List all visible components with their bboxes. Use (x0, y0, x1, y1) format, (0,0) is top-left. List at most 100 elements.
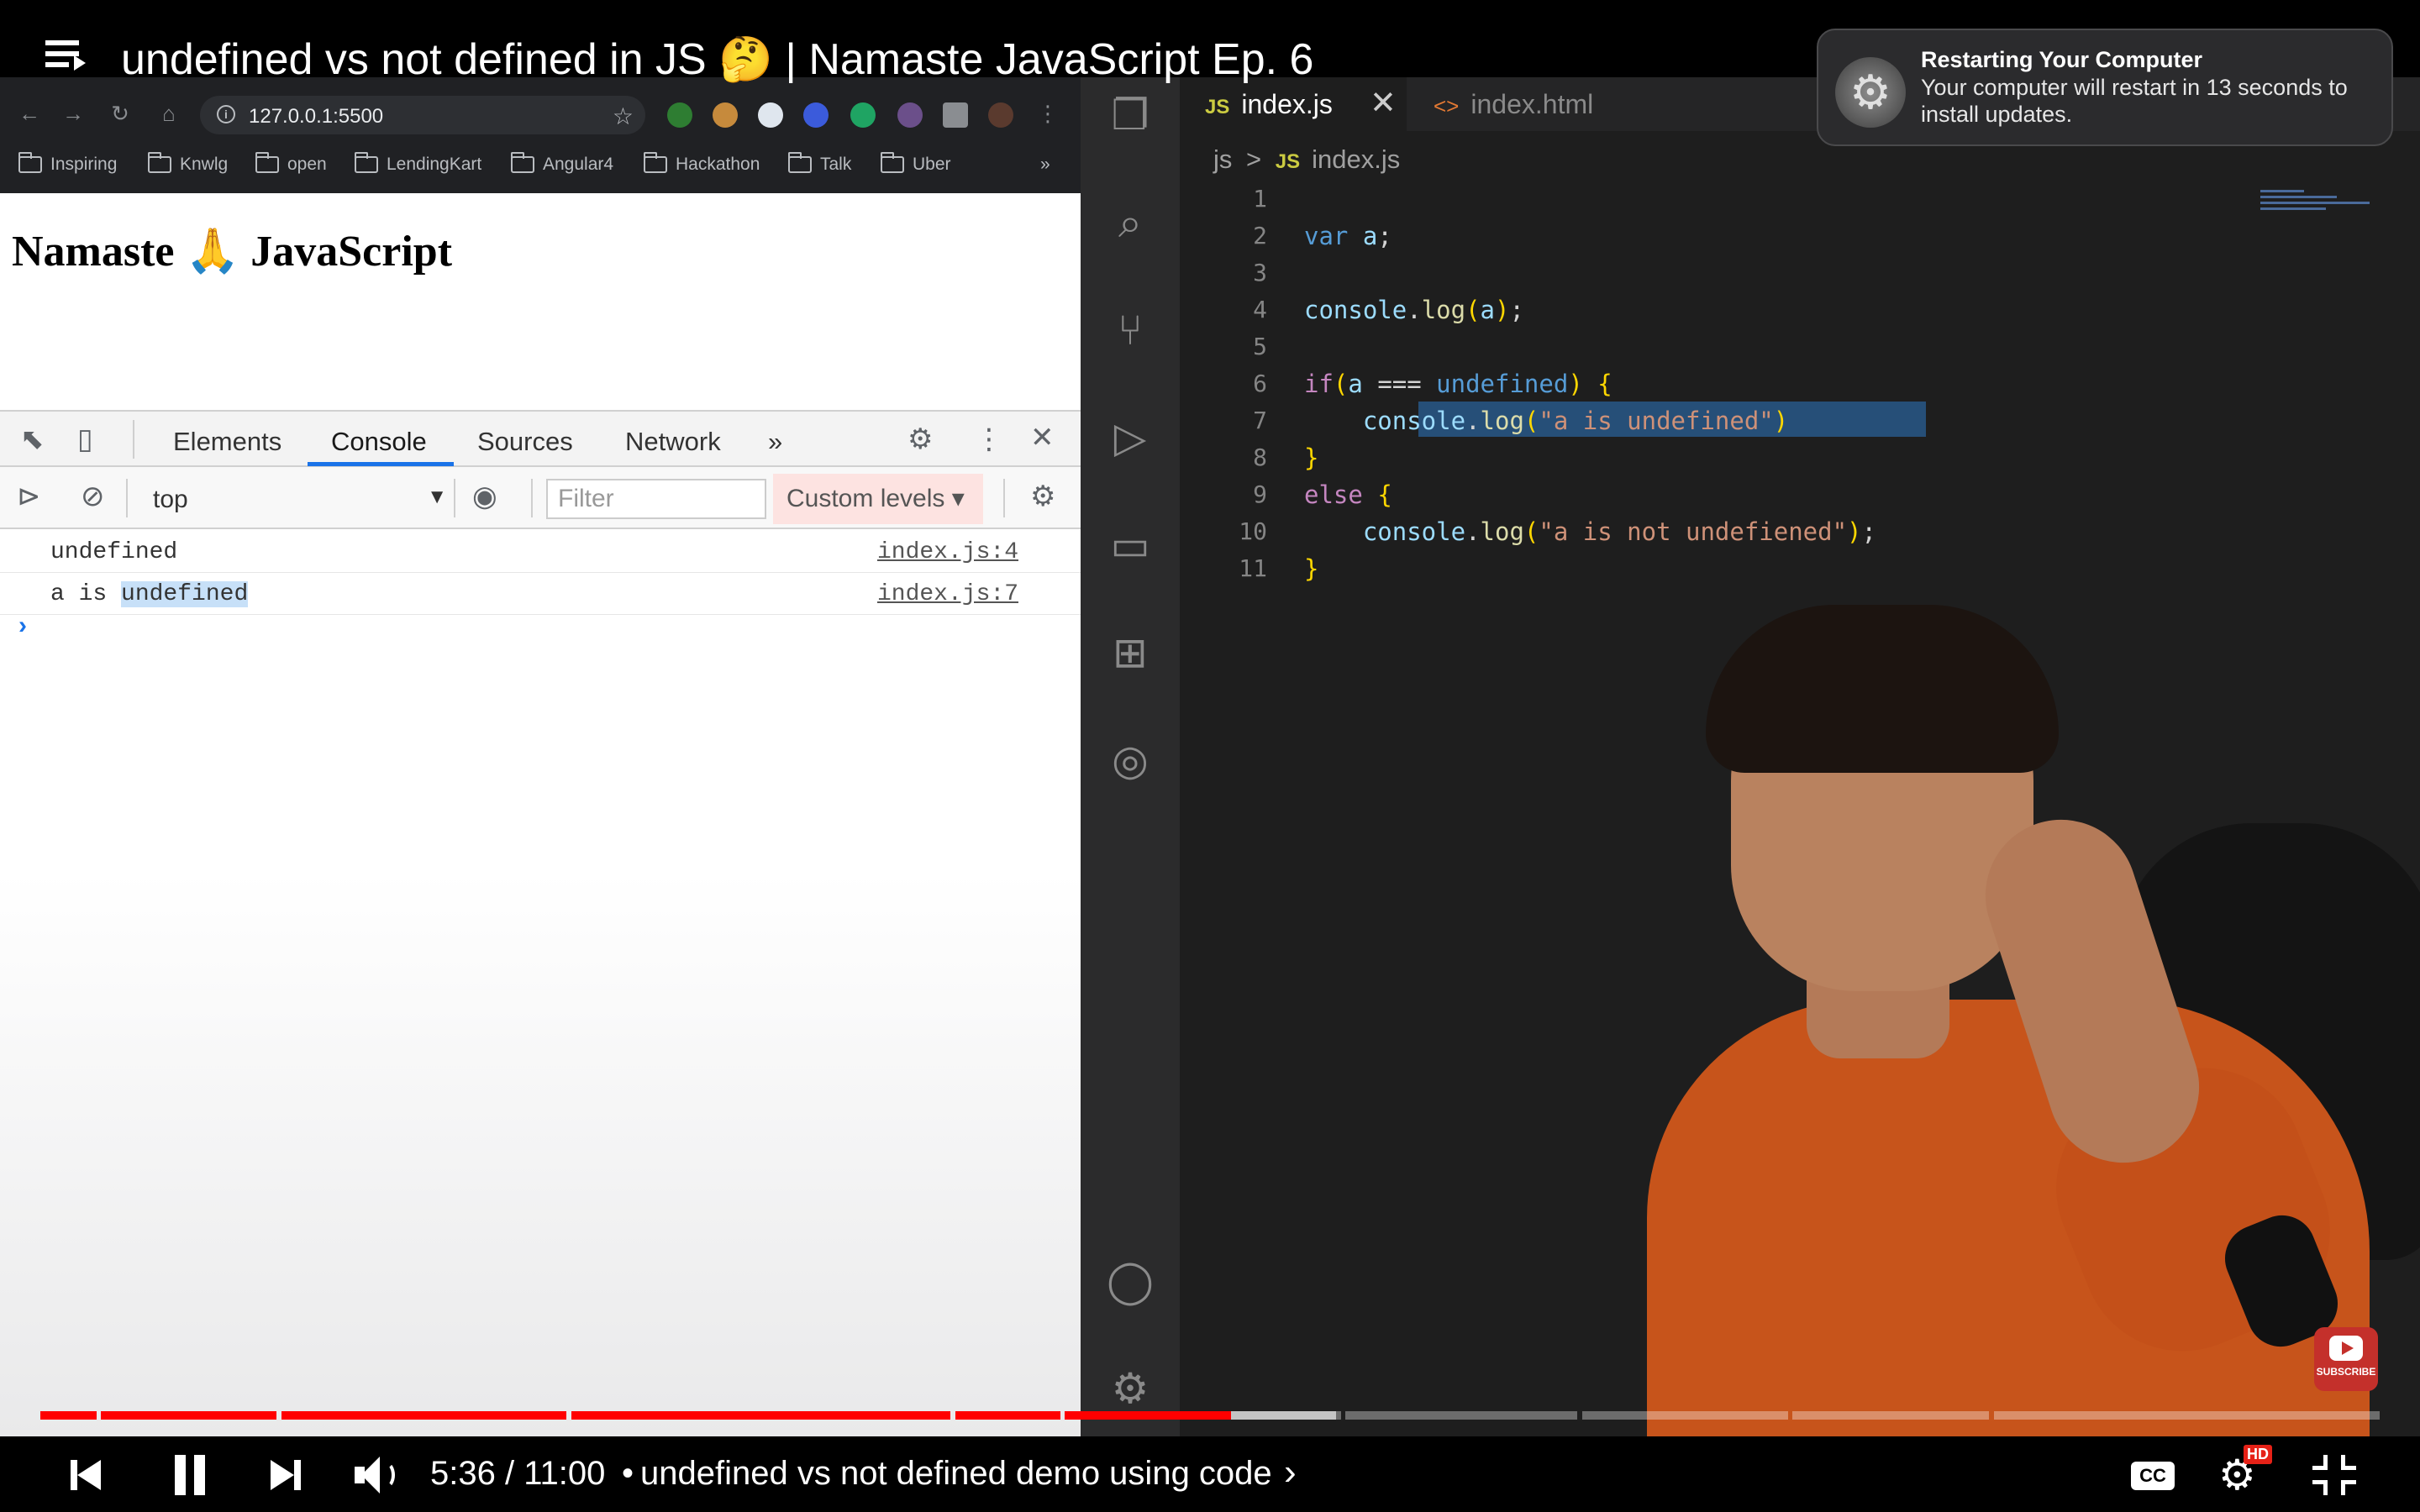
clear-icon[interactable]: ⊘ (81, 482, 105, 511)
search-icon[interactable]: ⌕ (1106, 198, 1155, 247)
breadcrumb-folder[interactable]: js (1213, 144, 1232, 174)
folder-icon (511, 152, 534, 173)
bookmark-item[interactable]: Uber (881, 152, 951, 175)
bookmark-item[interactable]: LendingKart (355, 152, 481, 175)
progress-segment[interactable] (1581, 1411, 1788, 1420)
line-number: 7 (1253, 407, 1267, 434)
playlist-icon[interactable] (45, 40, 87, 77)
bookmarks-more[interactable]: » (1040, 155, 1050, 175)
run-debug-icon[interactable]: ▷ (1106, 413, 1155, 462)
kebab-icon[interactable]: ⋮ (975, 425, 1003, 454)
bookmark-item[interactable]: Inspiring (18, 152, 117, 175)
lock-icon[interactable]: i (217, 105, 235, 123)
progress-segment[interactable] (571, 1411, 950, 1420)
line-number: 1 (1253, 185, 1267, 213)
console-prompt[interactable]: › (18, 612, 27, 640)
extensions-puzzle-icon[interactable] (943, 102, 968, 128)
bookmark-item[interactable]: Knwlg (148, 152, 228, 175)
html-file-icon: <> (1434, 93, 1460, 118)
context-select[interactable]: top ▼ (141, 479, 452, 517)
next-icon[interactable] (266, 1452, 308, 1499)
forward-icon[interactable]: → (62, 102, 84, 124)
editor-tab-index-html[interactable]: <> index.html (1408, 77, 1652, 131)
bookmark-item[interactable]: Angular4 (511, 152, 613, 175)
extension-icon[interactable] (897, 102, 923, 128)
extensions-icon[interactable]: ⊞ (1106, 628, 1155, 677)
pause-icon[interactable] (171, 1452, 208, 1499)
tab-sources[interactable]: Sources (477, 427, 573, 457)
subscribe-watermark[interactable]: SUBSCRIBE (2314, 1327, 2378, 1391)
bookmark-item[interactable]: Hackathon (644, 152, 760, 175)
account-icon[interactable]: ◯ (1106, 1257, 1155, 1305)
video-frame[interactable]: ← → ↻ ⌂ i 127.0.0.1:5500 ☆ ⋮ Inspiring K… (0, 0, 2420, 1436)
tab-network[interactable]: Network (625, 427, 721, 457)
eye-icon[interactable]: ◉ (472, 482, 497, 511)
console-message-prefix: a is (50, 581, 122, 607)
progress-played (101, 1411, 277, 1420)
progress-segment[interactable] (40, 1411, 97, 1420)
close-icon[interactable]: ✕ (1030, 423, 1055, 452)
manage-icon[interactable]: ⚙ (1106, 1364, 1155, 1413)
remote-icon[interactable]: ▭ (1106, 521, 1155, 570)
breadcrumb-file[interactable]: index.js (1312, 144, 1400, 174)
git-graph-icon[interactable]: ◎ (1106, 736, 1155, 785)
video-title[interactable]: undefined vs not defined in JS 🤔 | Namas… (121, 34, 1313, 85)
address-bar[interactable]: i 127.0.0.1:5500 ☆ (200, 96, 645, 134)
close-icon[interactable]: ✕ (1370, 84, 1397, 122)
code-line: 5 (1180, 328, 2420, 365)
console-toolbar: ⊳ ⊘ top ▼ ◉ Custom levels ▾ ⚙ (0, 467, 1081, 529)
bookmarks-bar: Inspiring Knwlg open LendingKart Angular… (0, 146, 1081, 186)
extension-icon[interactable] (667, 102, 692, 128)
kebab-icon[interactable]: ⋮ (1037, 102, 1059, 124)
console-source-link[interactable]: index.js:4 (877, 539, 1018, 565)
explorer-icon[interactable]: ❐ (1106, 91, 1155, 139)
hd-badge: HD (2244, 1445, 2272, 1464)
back-icon[interactable]: ← (18, 102, 40, 124)
tab-elements[interactable]: Elements (173, 427, 281, 457)
line-number: 2 (1253, 222, 1267, 249)
progress-segment[interactable] (1792, 1411, 1990, 1420)
cc-icon[interactable]: CC (2131, 1462, 2175, 1490)
divider (1003, 479, 1005, 517)
device-icon[interactable]: ▯ (77, 425, 93, 454)
extension-icon[interactable] (713, 102, 738, 128)
extension-icon[interactable] (758, 102, 783, 128)
chapter-separator: • (622, 1455, 634, 1492)
page-heading: Namaste 🙏 JavaScript (12, 228, 453, 276)
divider (133, 420, 134, 459)
progress-segment[interactable] (101, 1411, 277, 1420)
bookmark-item[interactable]: Talk (788, 152, 851, 175)
progress-segment[interactable] (1993, 1411, 2380, 1420)
volume-icon[interactable] (351, 1452, 402, 1499)
sidebar-icon[interactable]: ⊳ (17, 482, 41, 511)
progress-bar[interactable] (40, 1411, 2380, 1420)
tab-console[interactable]: Console (331, 427, 427, 457)
gear-icon[interactable]: ⚙ (908, 425, 933, 454)
source-control-icon[interactable]: ⑂ (1106, 306, 1155, 354)
inspect-icon[interactable]: ⬉ (20, 425, 45, 454)
editor-tab-index-js[interactable]: JS index.js ✕ (1180, 77, 1407, 131)
gear-icon[interactable]: ⚙ (1030, 482, 1055, 511)
chapter-title[interactable]: undefined vs not defined demo using code (640, 1455, 1272, 1493)
chevron-right-icon[interactable]: › (1284, 1452, 1297, 1494)
reload-icon[interactable]: ↻ (109, 102, 131, 124)
gear-icon: ⚙ (1835, 57, 1906, 128)
log-levels-dropdown[interactable]: Custom levels ▾ (773, 474, 983, 524)
progress-segment[interactable] (1065, 1411, 1341, 1420)
extension-icon[interactable] (803, 102, 829, 128)
progress-segment[interactable] (1345, 1411, 1578, 1420)
prev-icon[interactable] (67, 1452, 109, 1499)
bookmark-item[interactable]: open (255, 152, 327, 175)
progress-segment[interactable] (955, 1411, 1060, 1420)
filter-input[interactable] (546, 479, 766, 519)
tabs-more[interactable]: » (768, 427, 782, 457)
home-icon[interactable]: ⌂ (158, 102, 180, 124)
progress-segment[interactable] (281, 1411, 567, 1420)
console-source-link[interactable]: index.js:7 (877, 581, 1018, 607)
fullscreen-exit-icon[interactable] (2312, 1452, 2360, 1499)
js-file-icon: JS (1275, 150, 1301, 173)
system-notification[interactable]: ⚙ Restarting Your Computer Your computer… (1817, 29, 2393, 146)
extension-icon[interactable] (850, 102, 876, 128)
star-icon[interactable]: ☆ (613, 102, 634, 130)
profile-avatar[interactable] (988, 102, 1013, 128)
